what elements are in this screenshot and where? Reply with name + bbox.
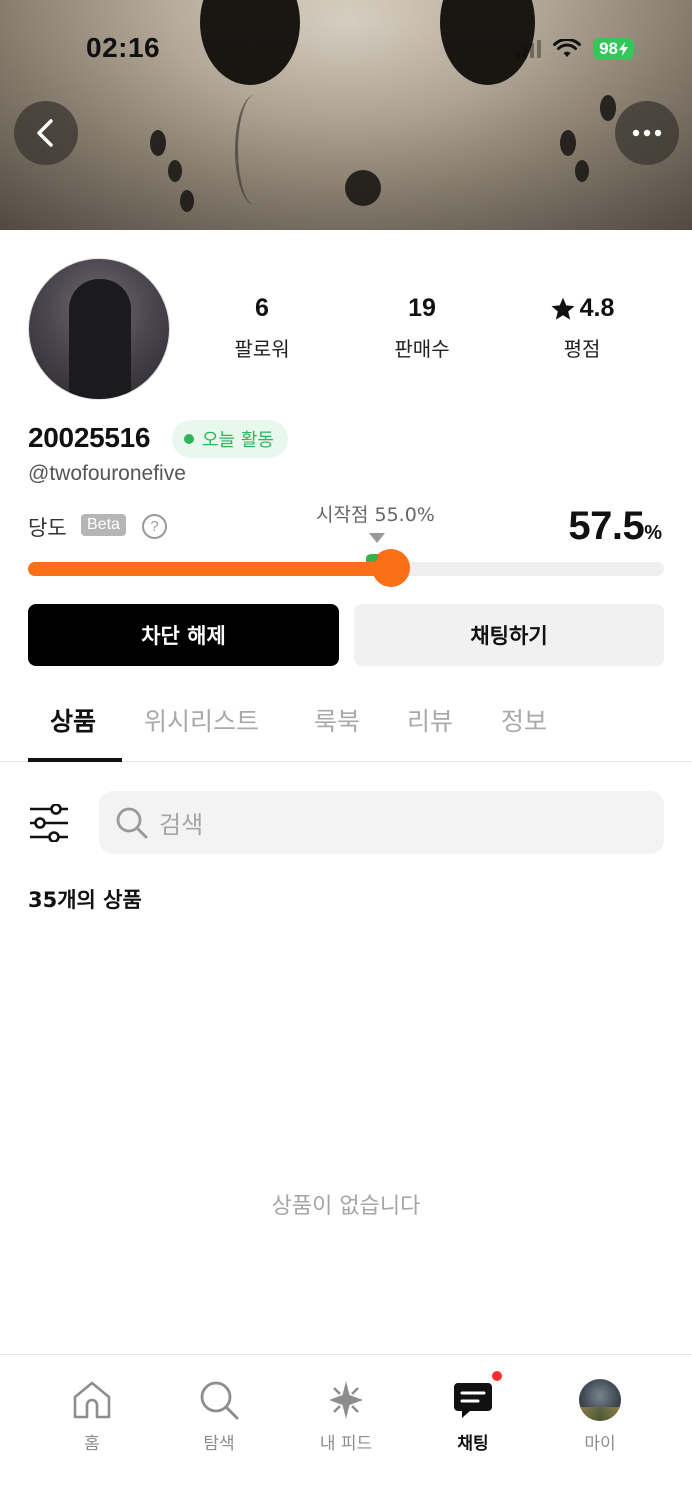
cellular-signal-icon — [516, 40, 542, 58]
tab-products[interactable]: 상품 — [50, 702, 96, 738]
help-icon[interactable]: ? — [142, 514, 167, 539]
rating-label: 평점 — [563, 337, 601, 361]
chevron-left-icon — [37, 119, 53, 147]
bottom-navigation: 홈 탐색 내 피드 채팅 마이 — [0, 1354, 692, 1500]
filter-sliders-icon — [30, 803, 68, 843]
persimmon-icon — [365, 549, 410, 587]
profile-avatar[interactable] — [28, 258, 170, 400]
search-input[interactable]: 검색 — [99, 791, 664, 854]
profile-stats: 6 팔로워 19 판매수 4.8 평점 — [182, 294, 664, 362]
active-tab-indicator — [28, 758, 122, 762]
star-icon — [551, 297, 575, 320]
sweetness-bar — [28, 562, 664, 576]
empty-state-message: 상품이 없습니다 — [271, 1194, 421, 1219]
chat-icon — [454, 1383, 492, 1418]
more-options-button[interactable] — [615, 101, 679, 165]
battery-indicator: 98 — [593, 38, 634, 60]
search-icon — [200, 1381, 239, 1420]
nav-chat[interactable]: 채팅 — [418, 1371, 528, 1454]
nav-home-label: 홈 — [84, 1434, 100, 1454]
sales-label: 판매수 — [394, 337, 450, 361]
status-time: 02:16 — [86, 32, 161, 63]
chat-button[interactable]: 채팅하기 — [354, 604, 664, 666]
avatar — [579, 1379, 621, 1421]
nav-chat-label: 채팅 — [457, 1434, 489, 1454]
sparkle-icon — [329, 1381, 363, 1419]
tab-info[interactable]: 정보 — [501, 702, 547, 738]
charging-bolt-icon — [619, 42, 628, 56]
nav-explore[interactable]: 탐색 — [164, 1377, 274, 1454]
followers-count: 6 — [255, 294, 269, 322]
filter-button[interactable] — [28, 803, 70, 846]
username: 20025516 — [28, 422, 151, 453]
rating-value: 4.8 — [579, 294, 615, 322]
notification-dot — [492, 1371, 502, 1381]
search-placeholder: 검색 — [159, 811, 204, 839]
stat-followers[interactable]: 6 팔로워 — [182, 294, 342, 362]
sweetness-value: 57.5% — [568, 504, 662, 549]
home-icon — [73, 1381, 111, 1419]
start-point-label: 시작점 55.0% — [316, 504, 435, 526]
tab-wishlist[interactable]: 위시리스트 — [144, 702, 259, 738]
unblock-button[interactable]: 차단 해제 — [28, 604, 339, 666]
user-handle: @twofouronefive — [28, 462, 186, 485]
beta-badge: Beta — [81, 514, 126, 536]
active-badge-label: 오늘 활동 — [202, 430, 274, 451]
followers-label: 팔로워 — [234, 337, 290, 361]
active-today-badge: 오늘 활동 — [172, 420, 288, 458]
sales-count: 19 — [408, 294, 436, 322]
more-icon — [632, 129, 662, 137]
status-indicators: 98 — [516, 38, 634, 60]
nav-explore-label: 탐색 — [203, 1434, 235, 1454]
back-button[interactable] — [14, 101, 78, 165]
start-point-marker-icon — [369, 533, 385, 543]
stat-rating[interactable]: 4.8 평점 — [502, 294, 662, 362]
product-count: 35개의 상품 — [28, 888, 142, 912]
battery-level: 98 — [599, 39, 618, 58]
tab-lookbook[interactable]: 룩북 — [314, 702, 360, 738]
nav-my-feed-label: 내 피드 — [319, 1434, 373, 1454]
sweetness-number: 57.5 — [568, 504, 645, 548]
tab-reviews[interactable]: 리뷰 — [407, 702, 453, 738]
active-dot-icon — [184, 434, 194, 444]
nav-home[interactable]: 홈 — [37, 1377, 147, 1454]
stat-sales[interactable]: 19 판매수 — [342, 294, 502, 362]
nav-my-label: 마이 — [584, 1434, 616, 1454]
sweetness-bar-fill — [28, 562, 394, 576]
wifi-icon — [553, 39, 582, 57]
sweetness-label: 당도 — [28, 516, 67, 540]
nav-my[interactable]: 마이 — [545, 1377, 655, 1454]
nav-my-feed[interactable]: 내 피드 — [291, 1377, 401, 1454]
sweetness-unit: % — [644, 522, 662, 544]
search-icon — [116, 807, 148, 838]
profile-tabs: 상품 위시리스트 룩북 리뷰 정보 — [0, 690, 692, 762]
